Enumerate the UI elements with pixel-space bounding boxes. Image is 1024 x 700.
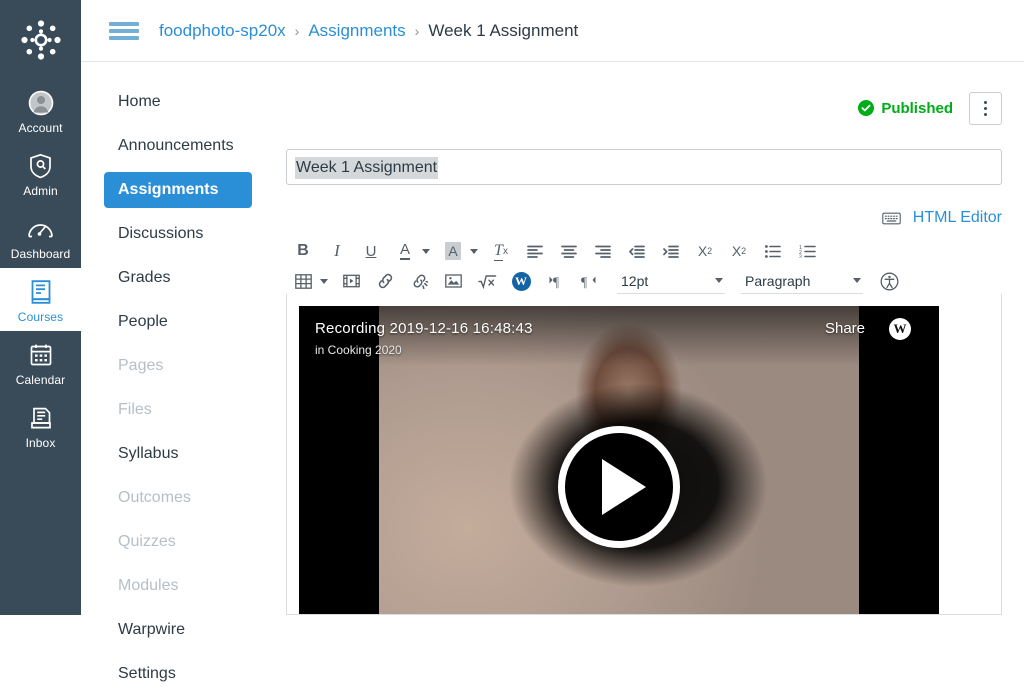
- numbered-list-button[interactable]: 123: [795, 239, 819, 263]
- toolbar-row-1: B I U A A Tx X2 X2 1 2 3: [286, 236, 1002, 266]
- course-nav-item-quizzes[interactable]: Quizzes: [104, 524, 252, 560]
- ltr-paragraph-button[interactable]: ¶: [543, 269, 567, 293]
- breadcrumb-item-assignments[interactable]: Assignments: [308, 21, 405, 41]
- bullet-list-button[interactable]: [761, 239, 785, 263]
- outdent-button[interactable]: [625, 239, 649, 263]
- course-nav-item-people[interactable]: People: [104, 304, 252, 340]
- course-nav-item-warpwire[interactable]: Warpwire: [104, 612, 252, 648]
- math-equation-button[interactable]: [475, 269, 499, 293]
- clear-formatting-button[interactable]: Tx: [489, 239, 513, 263]
- chevron-right-icon: ›: [294, 22, 300, 39]
- media-button[interactable]: [339, 269, 363, 293]
- breadcrumb-item-course[interactable]: foodphoto-sp20x: [159, 21, 286, 41]
- global-nav-item-dashboard[interactable]: Dashboard: [0, 205, 81, 268]
- font-size-value: 12pt: [621, 272, 649, 289]
- global-nav-item-inbox[interactable]: Inbox: [0, 394, 81, 457]
- unlink-button[interactable]: [407, 269, 431, 293]
- course-nav-item-discussions[interactable]: Discussions: [104, 216, 252, 252]
- course-nav-item-outcomes[interactable]: Outcomes: [104, 480, 252, 516]
- accessibility-checker-icon[interactable]: [877, 269, 901, 293]
- warpwire-button[interactable]: W: [509, 269, 533, 293]
- embedded-video-player[interactable]: Recording 2019-12-16 16:48:43 in Cooking…: [299, 306, 939, 614]
- svg-text:¶: ¶: [553, 274, 559, 289]
- align-left-button[interactable]: [523, 239, 547, 263]
- breadcrumb-bar: foodphoto-sp20x › Assignments › Week 1 A…: [81, 0, 1024, 62]
- highlight-color-button[interactable]: A: [441, 239, 465, 263]
- editor-mode-row: HTML Editor: [286, 203, 1002, 233]
- course-nav-item-syllabus[interactable]: Syllabus: [104, 436, 252, 472]
- svg-text:3: 3: [799, 254, 802, 258]
- subscript-button[interactable]: X2: [727, 239, 751, 263]
- global-nav-item-account[interactable]: Account: [0, 79, 81, 142]
- course-nav-item-grades[interactable]: Grades: [104, 260, 252, 296]
- bold-button[interactable]: B: [291, 239, 315, 263]
- chevron-down-icon: [715, 278, 723, 283]
- speedometer-icon: [26, 214, 56, 244]
- table-dropdown-icon[interactable]: [317, 269, 331, 293]
- canvas-logo[interactable]: [18, 17, 64, 63]
- assignment-status-row: Published: [286, 88, 1002, 128]
- block-format-value: Paragraph: [745, 272, 811, 289]
- video-subtitle: in Cooking 2020: [315, 343, 402, 357]
- course-nav-item-settings[interactable]: Settings: [104, 656, 252, 692]
- toolbar-row-2: W ¶ ¶ 12pt Paragraph: [286, 266, 1002, 296]
- link-button[interactable]: [373, 269, 397, 293]
- shield-icon: [26, 151, 56, 181]
- rtl-paragraph-button[interactable]: ¶: [577, 269, 601, 293]
- highlight-color-dropdown-icon[interactable]: [467, 239, 481, 263]
- text-color-button[interactable]: A: [393, 239, 417, 263]
- course-nav-item-modules[interactable]: Modules: [104, 568, 252, 604]
- global-nav-item-admin[interactable]: Admin: [0, 142, 81, 205]
- course-navigation: Home Announcements Assignments Discussio…: [104, 84, 252, 700]
- play-button-icon[interactable]: [558, 426, 680, 548]
- editor-content-area[interactable]: Recording 2019-12-16 16:48:43 in Cooking…: [286, 294, 1002, 615]
- course-nav-item-announcements[interactable]: Announcements: [104, 128, 252, 164]
- global-nav-item-courses[interactable]: Courses: [0, 268, 81, 331]
- text-color-dropdown-icon[interactable]: [419, 239, 433, 263]
- course-nav-item-pages[interactable]: Pages: [104, 348, 252, 384]
- more-options-icon[interactable]: [969, 91, 1002, 125]
- block-format-select[interactable]: Paragraph: [741, 268, 863, 294]
- global-nav-label: Dashboard: [10, 247, 71, 261]
- global-nav-label: Calendar: [15, 373, 66, 387]
- check-circle-icon: [858, 100, 875, 116]
- course-nav-item-home[interactable]: Home: [104, 84, 252, 120]
- global-nav-label: Courses: [17, 310, 64, 324]
- video-share-button[interactable]: Share: [825, 320, 865, 337]
- italic-button[interactable]: I: [325, 239, 349, 263]
- align-right-button[interactable]: [591, 239, 615, 263]
- breadcrumb: foodphoto-sp20x › Assignments › Week 1 A…: [159, 21, 578, 41]
- published-label: Published: [881, 99, 953, 117]
- image-button[interactable]: [441, 269, 465, 293]
- global-nav-label: Account: [18, 121, 63, 135]
- course-nav-item-files[interactable]: Files: [104, 392, 252, 428]
- global-nav-label: Admin: [23, 184, 58, 198]
- course-nav-item-assignments[interactable]: Assignments: [104, 172, 252, 208]
- svg-text:¶: ¶: [581, 274, 587, 289]
- global-nav-label: Inbox: [25, 436, 56, 450]
- user-avatar-icon: [26, 88, 56, 118]
- font-size-select[interactable]: 12pt: [617, 268, 725, 294]
- chevron-right-icon: ›: [414, 22, 420, 39]
- chevron-down-icon: [853, 278, 861, 283]
- calendar-icon: [26, 340, 56, 370]
- html-editor-link[interactable]: HTML Editor: [913, 209, 1002, 227]
- indent-button[interactable]: [659, 239, 683, 263]
- hamburger-icon[interactable]: [109, 20, 139, 42]
- rich-text-editor-toolbar: B I U A A Tx X2 X2 1 2 3 W ¶ ¶ 12pt Para…: [286, 236, 1002, 296]
- global-nav-item-calendar[interactable]: Calendar: [0, 331, 81, 394]
- table-button[interactable]: [291, 269, 315, 293]
- assignment-title-input[interactable]: [286, 149, 1002, 185]
- global-navigation: Account Admin Dashboard Courses Calendar…: [0, 0, 81, 615]
- keyboard-icon: [882, 211, 901, 226]
- breadcrumb-item-current: Week 1 Assignment: [428, 20, 579, 40]
- align-center-button[interactable]: [557, 239, 581, 263]
- status-badge: Published: [858, 100, 953, 117]
- warpwire-logo-icon: W: [889, 318, 911, 340]
- inbox-icon: [26, 403, 56, 433]
- superscript-button[interactable]: X2: [693, 239, 717, 263]
- book-icon: [26, 277, 56, 307]
- underline-button[interactable]: U: [359, 239, 383, 263]
- video-title: Recording 2019-12-16 16:48:43: [315, 320, 533, 337]
